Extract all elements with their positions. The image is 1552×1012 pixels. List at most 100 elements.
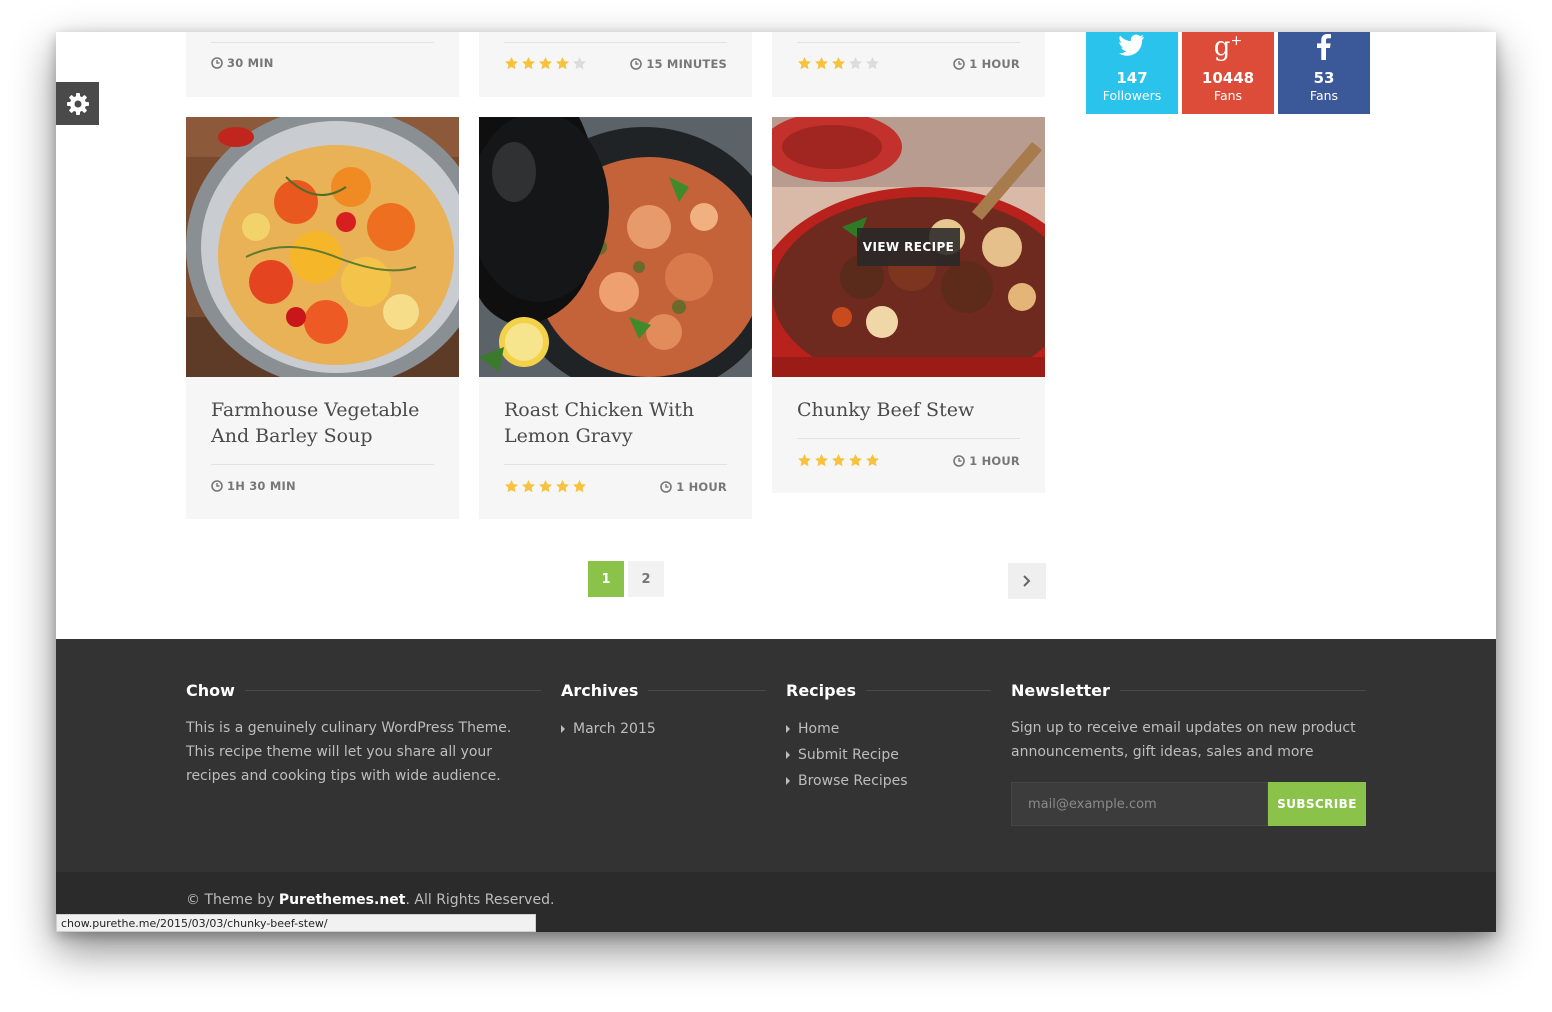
star-filled-icon xyxy=(815,453,828,467)
star-filled-icon xyxy=(832,453,845,467)
google-plus-follow-box[interactable]: g + 10448 Fans xyxy=(1182,32,1274,114)
cook-time: 1 HOUR xyxy=(953,454,1020,468)
bullet-arrow-icon xyxy=(561,725,565,733)
cook-time: 1 HOUR xyxy=(953,57,1020,71)
theme-author-link[interactable]: Purethemes.net xyxy=(279,892,406,908)
star-empty-icon xyxy=(849,56,862,70)
social-count: 53 xyxy=(1313,69,1335,87)
recipe-title[interactable]: Farmhouse Vegetable And Barley Soup xyxy=(211,397,439,449)
star-rating xyxy=(504,479,587,494)
chevron-right-icon xyxy=(1023,575,1031,587)
pagination-page-2[interactable]: 2 xyxy=(628,561,664,597)
star-filled-icon xyxy=(849,453,862,467)
recipe-card-partial[interactable]: 1 HOUR xyxy=(772,32,1045,97)
copyright-text: © Theme by Purethemes.net. All Rights Re… xyxy=(186,892,555,908)
star-filled-icon xyxy=(556,56,569,70)
social-label: Followers xyxy=(1102,88,1162,103)
star-filled-icon xyxy=(522,479,535,493)
star-filled-icon xyxy=(798,56,811,70)
star-rating xyxy=(797,56,880,71)
newsletter-email-input[interactable]: mail@example.com xyxy=(1011,782,1268,826)
recipe-card[interactable]: Farmhouse Vegetable And Barley Soup 1H 3… xyxy=(186,117,459,519)
star-filled-icon xyxy=(556,479,569,493)
star-filled-icon xyxy=(505,56,518,70)
star-filled-icon xyxy=(832,56,845,70)
clock-icon xyxy=(630,57,643,70)
recipe-image[interactable] xyxy=(479,117,752,377)
star-empty-icon xyxy=(573,56,586,70)
star-filled-icon xyxy=(522,56,535,70)
footer-link-home[interactable]: Home xyxy=(786,716,991,742)
footer-link-submit-recipe[interactable]: Submit Recipe xyxy=(786,742,991,768)
social-label: Fans xyxy=(1213,88,1243,103)
clock-icon xyxy=(953,454,965,467)
pagination-page-1[interactable]: 1 xyxy=(588,561,624,597)
recipe-title[interactable]: Chunky Beef Stew xyxy=(797,397,1025,423)
clock-icon xyxy=(211,480,223,492)
cook-time: 1 HOUR xyxy=(660,480,727,494)
card-divider xyxy=(504,42,727,43)
recipe-card-partial[interactable]: 30 MIN xyxy=(186,32,459,97)
star-rating xyxy=(797,453,880,468)
footer-link-browse-recipes[interactable]: Browse Recipes xyxy=(786,768,991,794)
browser-window: 30 MIN 15 MINUTES 1 HOUR 147 Followers g… xyxy=(56,32,1496,932)
browser-status-bar: chow.purethe.me/2015/03/03/chunky-beef-s… xyxy=(56,914,536,932)
footer-about-text: This is a genuinely culinary WordPress T… xyxy=(186,720,512,784)
archive-link[interactable]: March 2015 xyxy=(561,716,766,742)
star-empty-icon xyxy=(866,56,879,70)
settings-toggle[interactable] xyxy=(56,82,99,125)
star-filled-icon xyxy=(539,56,552,70)
facebook-follow-box[interactable]: 53 Fans xyxy=(1278,32,1370,114)
clock-icon xyxy=(660,480,672,493)
heading-rule xyxy=(648,690,766,691)
bullet-arrow-icon xyxy=(786,725,790,733)
heading-rule xyxy=(1119,690,1366,691)
star-filled-icon xyxy=(866,453,879,467)
star-filled-icon xyxy=(815,56,828,70)
clock-icon xyxy=(211,57,223,69)
star-filled-icon xyxy=(539,479,552,493)
footer-archives: Archives March 2015 xyxy=(561,681,766,742)
star-filled-icon xyxy=(505,479,518,493)
footer-newsletter: Newsletter Sign up to receive email upda… xyxy=(1011,681,1366,831)
site-footer: Chow This is a genuinely culinary WordPr… xyxy=(56,639,1496,872)
bullet-arrow-icon xyxy=(786,777,790,785)
footer-heading: Newsletter xyxy=(1011,681,1110,700)
recipe-card[interactable]: VIEW RECIPE Chunky Beef Stew 1 HOUR xyxy=(772,117,1045,493)
recipe-image[interactable] xyxy=(186,117,459,377)
heading-rule xyxy=(244,690,541,691)
recipe-card[interactable]: Roast Chicken With Lemon Gravy 1 HOUR xyxy=(479,117,752,519)
recipe-title[interactable]: Roast Chicken With Lemon Gravy xyxy=(504,397,732,449)
facebook-icon xyxy=(1317,34,1331,60)
twitter-icon xyxy=(1119,34,1144,56)
footer-heading: Recipes xyxy=(786,681,856,700)
recipe-card-partial[interactable]: 15 MINUTES xyxy=(479,32,752,97)
subscribe-button[interactable]: SUBSCRIBE xyxy=(1268,782,1366,826)
cook-time: 1H 30 MIN xyxy=(211,479,296,493)
footer-about: Chow This is a genuinely culinary WordPr… xyxy=(186,681,541,788)
card-divider xyxy=(211,42,434,43)
google-plus-icon: g + xyxy=(1213,32,1243,62)
recipe-image[interactable]: VIEW RECIPE xyxy=(772,117,1045,377)
card-divider xyxy=(797,438,1020,439)
gear-icon xyxy=(66,92,89,115)
star-filled-icon xyxy=(573,479,586,493)
footer-heading: Archives xyxy=(561,681,639,700)
pagination-next-button[interactable] xyxy=(1008,563,1046,599)
clock-icon xyxy=(953,57,965,70)
view-recipe-button[interactable]: VIEW RECIPE xyxy=(857,228,960,266)
heading-rule xyxy=(865,690,991,691)
footer-recipes: Recipes Home Submit Recipe Browse Recipe… xyxy=(786,681,991,794)
card-divider xyxy=(211,464,434,465)
social-count: 10448 xyxy=(1201,69,1255,87)
card-divider xyxy=(504,464,727,465)
cook-time: 30 MIN xyxy=(211,56,274,70)
social-label: Fans xyxy=(1309,88,1339,103)
bullet-arrow-icon xyxy=(786,751,790,759)
cook-time: 15 MINUTES xyxy=(630,57,727,71)
card-divider xyxy=(797,42,1020,43)
social-count: 147 xyxy=(1116,69,1148,87)
star-filled-icon xyxy=(798,453,811,467)
footer-heading: Chow xyxy=(186,681,235,700)
twitter-follow-box[interactable]: 147 Followers xyxy=(1086,32,1178,114)
